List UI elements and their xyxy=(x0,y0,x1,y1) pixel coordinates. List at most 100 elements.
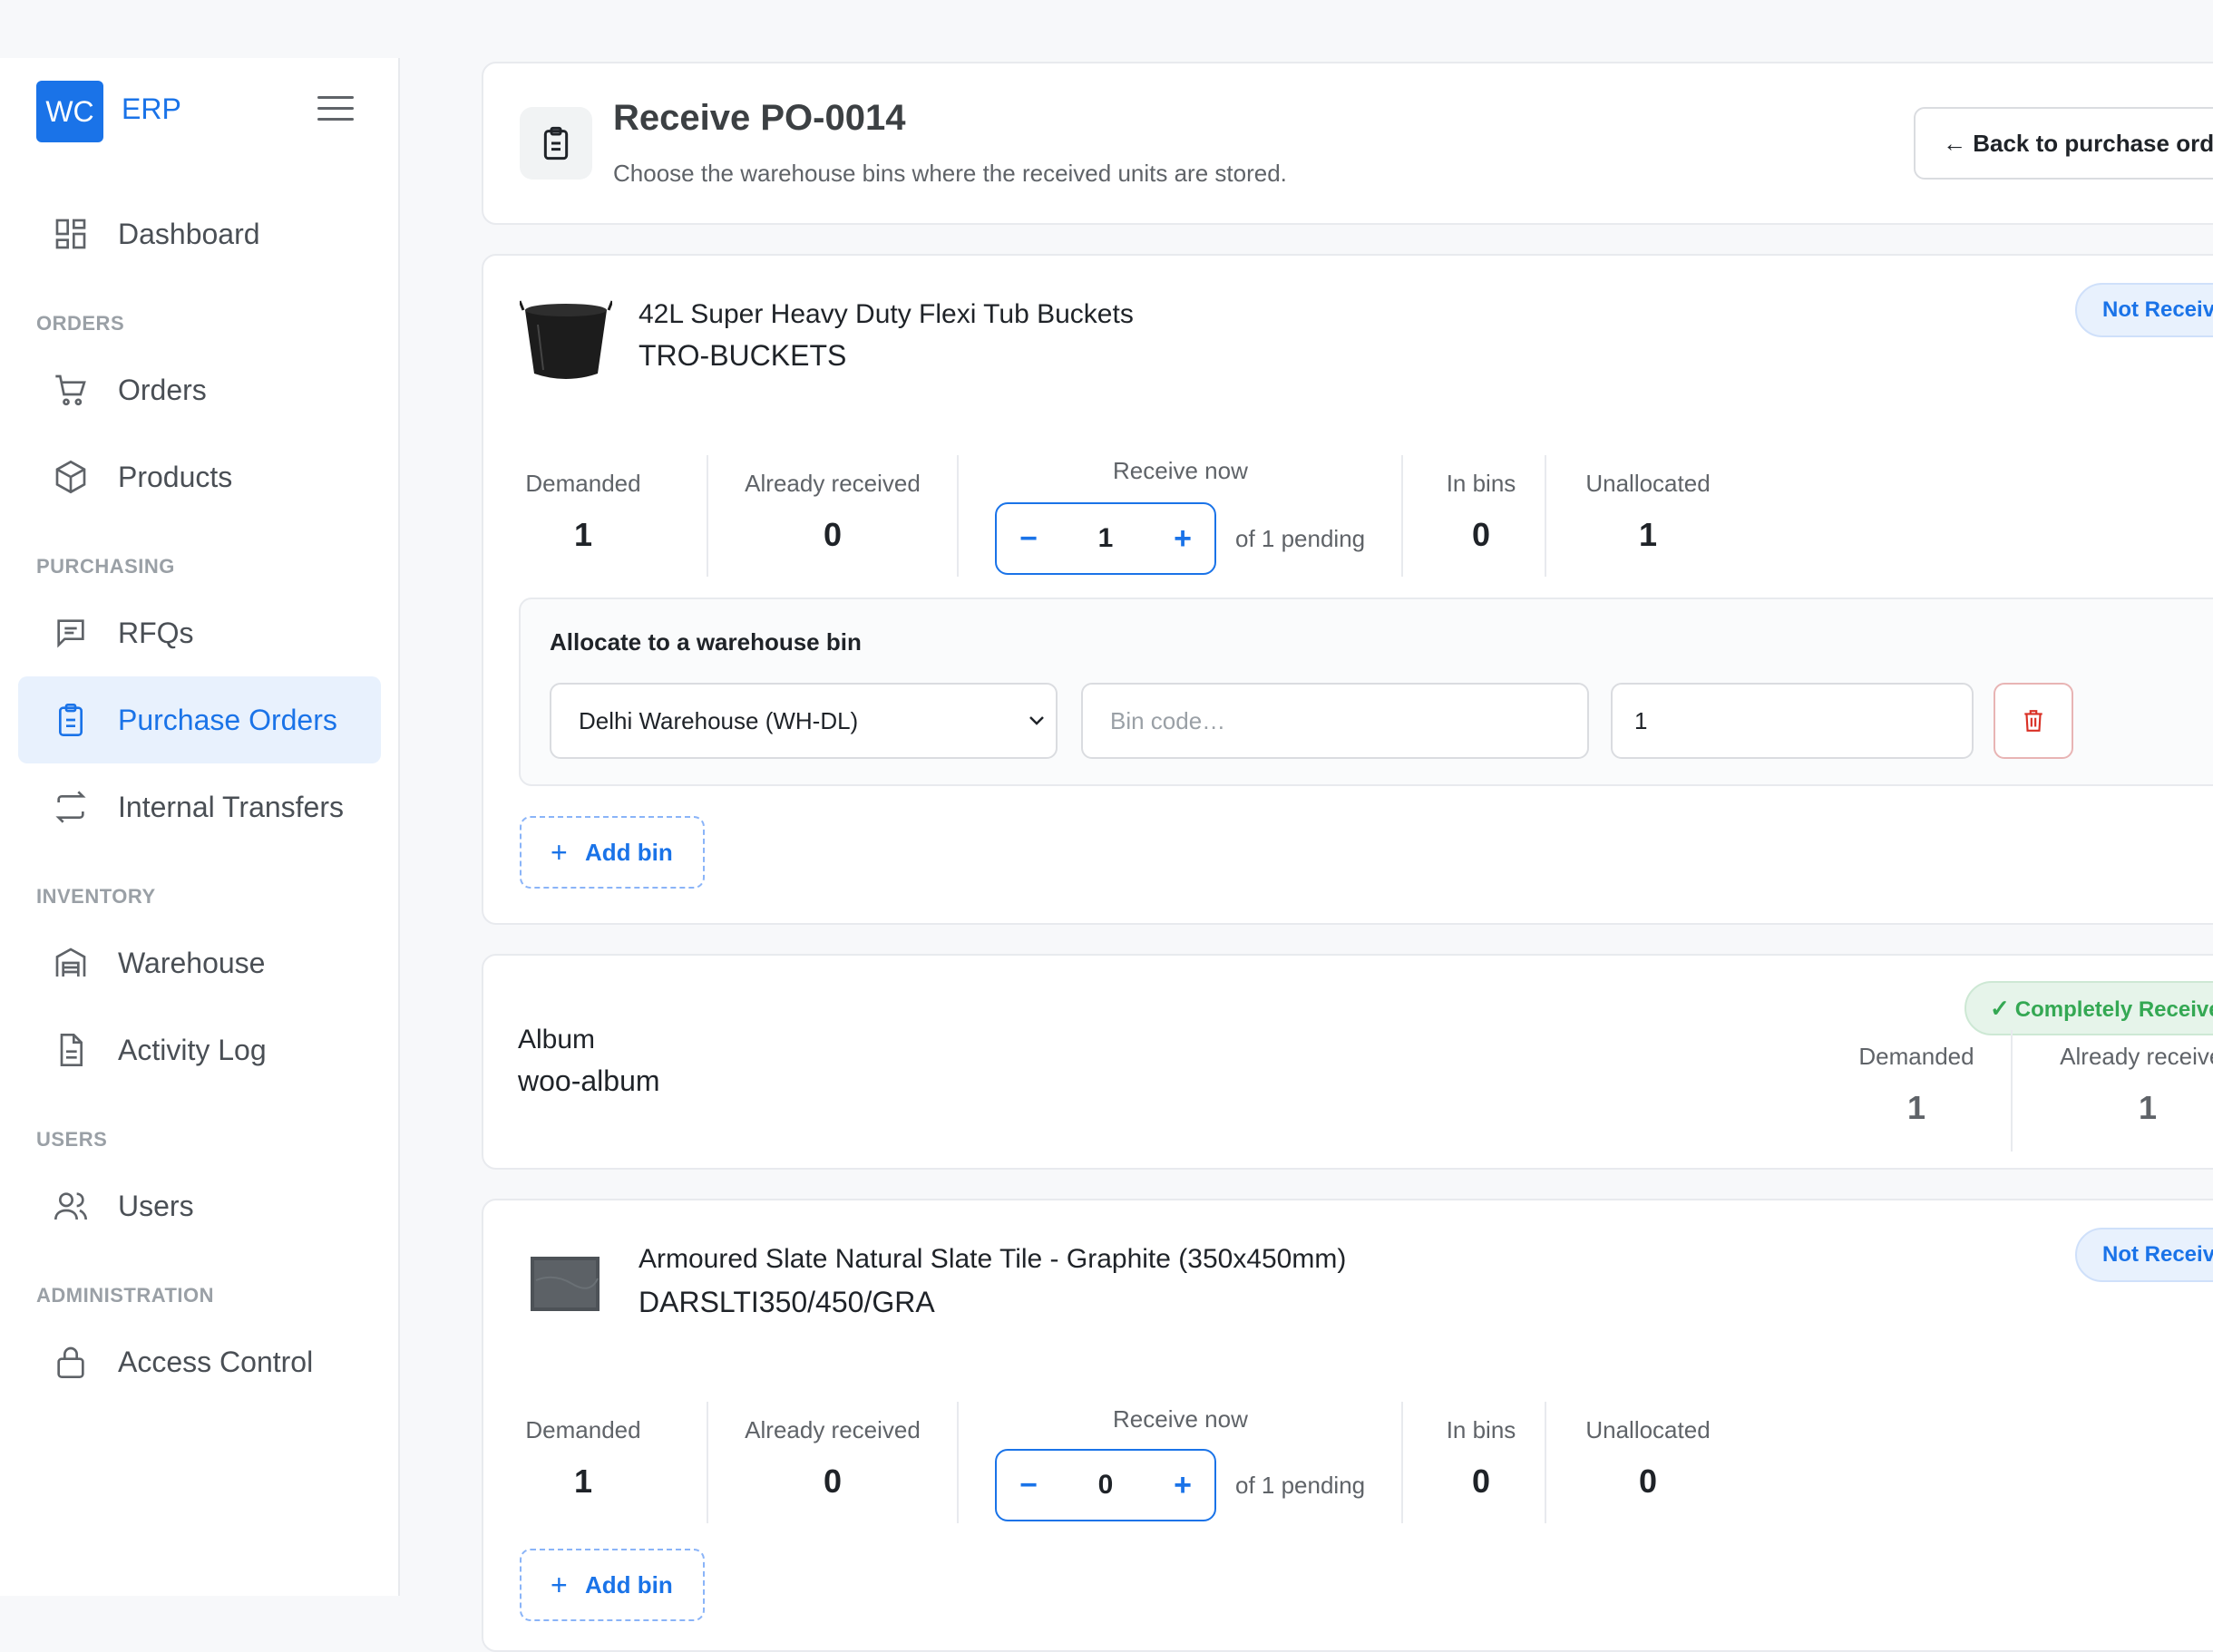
pending-text: of 1 pending xyxy=(1235,1472,1366,1499)
sidebar-item-users[interactable]: Users xyxy=(18,1162,381,1249)
sidebar-item-label: Warehouse xyxy=(118,947,266,979)
receive-now-label: Receive now xyxy=(1113,457,1248,484)
stat-value: 0 xyxy=(823,516,843,553)
sidebar-item-warehouse[interactable]: Warehouse xyxy=(18,919,381,1006)
decrement-button[interactable]: − xyxy=(997,1451,1060,1520)
stat-label: Unallocated xyxy=(1585,1416,1711,1443)
stat-unallocated: Unallocated 1 xyxy=(1566,470,1730,554)
remove-bin-button[interactable] xyxy=(1994,683,2073,759)
sidebar-item-label: Orders xyxy=(118,374,207,406)
dashboard-icon xyxy=(55,219,86,249)
pending-text: of 1 pending xyxy=(1235,525,1366,552)
section-label-purchasing: PURCHASING xyxy=(36,555,175,578)
add-bin-button[interactable]: + Add bin xyxy=(520,816,705,889)
divider xyxy=(957,1402,959,1523)
stat-value: 1 xyxy=(2138,1089,2158,1126)
stat-label: In bins xyxy=(1446,1416,1516,1443)
divider xyxy=(707,455,708,577)
section-label-administration: ADMINISTRATION xyxy=(36,1284,215,1307)
bucket-image xyxy=(520,300,612,379)
section-label-inventory: INVENTORY xyxy=(36,885,156,908)
section-label-users: USERS xyxy=(36,1128,108,1151)
sidebar-item-label: Access Control xyxy=(118,1346,314,1378)
message-icon xyxy=(57,619,84,648)
sidebar-item-label: RFQs xyxy=(118,617,194,649)
brand-logo[interactable]: WC xyxy=(36,81,103,142)
stat-value: 0 xyxy=(1638,1463,1658,1500)
bin-code-input[interactable]: Bin code… xyxy=(1081,683,1589,759)
divider xyxy=(1545,1402,1546,1523)
divider xyxy=(1401,1402,1403,1523)
sidebar-item-label: Dashboard xyxy=(118,218,260,250)
sidebar-item-label: Users xyxy=(118,1190,194,1222)
receive-item-card: Album woo-album ✓ Completely Received Dem… xyxy=(482,954,2213,1170)
add-bin-button[interactable]: + Add bin xyxy=(520,1549,705,1621)
sidebar-item-orders[interactable]: Orders xyxy=(18,346,381,433)
sidebar-item-internal-transfers[interactable]: Internal Transfers xyxy=(18,763,381,850)
sidebar-item-rfqs[interactable]: RFQs xyxy=(18,589,381,676)
sidebar-item-access-control[interactable]: Access Control xyxy=(18,1318,381,1405)
status-badge: Not Received xyxy=(2075,1228,2213,1282)
bin-quantity-value: 1 xyxy=(1634,707,1648,734)
stat-label: Already received xyxy=(745,1416,921,1443)
chevron-down-icon xyxy=(1029,716,1044,725)
page-header-card: Receive PO-0014 Choose the warehouse bin… xyxy=(482,62,2213,225)
stat-value: 1 xyxy=(573,1463,593,1500)
bin-allocation-panel: Allocate to a warehouse bin Delhi Wareho… xyxy=(519,598,2213,786)
stat-label: Demanded xyxy=(1858,1043,1974,1070)
stat-demanded: Demanded 1 xyxy=(520,1416,647,1501)
decrement-button[interactable]: − xyxy=(997,504,1060,573)
status-badge: Not Received xyxy=(2075,283,2213,337)
warehouse-select-value: Delhi Warehouse (WH-DL) xyxy=(579,707,859,734)
sidebar-item-label: Internal Transfers xyxy=(118,791,344,823)
header-icon-box xyxy=(520,107,592,180)
sidebar-item-activity-log[interactable]: Activity Log xyxy=(18,1006,381,1093)
cart-icon xyxy=(55,374,86,406)
product-sku: woo-album xyxy=(518,1064,660,1097)
status-badge-label: Completely Received xyxy=(2014,997,2213,1022)
bin-quantity-input[interactable]: 1 xyxy=(1611,683,1974,759)
receive-now-value[interactable]: 1 xyxy=(1060,504,1151,573)
increment-button[interactable]: + xyxy=(1151,1451,1214,1520)
stat-label: Demanded xyxy=(525,470,641,497)
sidebar-item-dashboard[interactable]: Dashboard xyxy=(18,190,381,277)
product-sku: DARSLTI350/450/GRA xyxy=(639,1286,935,1318)
receive-now-label: Receive now xyxy=(1113,1405,1248,1433)
receive-now-value[interactable]: 0 xyxy=(1060,1451,1151,1520)
stat-value: 0 xyxy=(823,1463,843,1500)
sidebar-item-purchase-orders[interactable]: Purchase Orders xyxy=(18,676,381,763)
receive-item-card: 42L Super Heavy Duty Flexi Tub Buckets T… xyxy=(482,254,2213,925)
stat-already-received: Already received 1 xyxy=(2043,1043,2213,1127)
receive-now-stepper[interactable]: − 1 + xyxy=(995,502,1216,575)
stat-in-bins: In bins 0 xyxy=(1427,470,1535,554)
plus-icon: + xyxy=(551,836,568,869)
brand-name[interactable]: ERP xyxy=(122,92,181,126)
receive-now-stepper[interactable]: − 0 + xyxy=(995,1449,1216,1521)
stat-label: Already received xyxy=(2060,1043,2213,1070)
back-to-purchase-orders-button[interactable]: ← Back to purchase orders xyxy=(1914,107,2213,180)
product-name: Armoured Slate Natural Slate Tile - Grap… xyxy=(639,1244,1347,1274)
stat-label: Unallocated xyxy=(1585,470,1711,497)
product-sku: TRO-BUCKETS xyxy=(639,339,847,372)
stat-in-bins: In bins 0 xyxy=(1427,1416,1535,1501)
sidebar-item-label: Activity Log xyxy=(118,1034,267,1066)
stat-label: Demanded xyxy=(525,1416,641,1443)
increment-button[interactable]: + xyxy=(1151,504,1214,573)
status-badge: ✓ Completely Received xyxy=(1964,981,2213,1035)
bin-code-placeholder: Bin code… xyxy=(1110,707,1226,734)
sidebar-item-label: Purchase Orders xyxy=(118,704,337,736)
divider xyxy=(707,1402,708,1523)
menu-toggle-icon[interactable] xyxy=(317,96,354,127)
box-icon xyxy=(55,460,86,494)
warehouse-select[interactable]: Delhi Warehouse (WH-DL) xyxy=(550,683,1058,759)
sidebar: WC ERP Dashboard ORDERS Orders Products … xyxy=(0,58,400,1596)
sidebar-item-products[interactable]: Products xyxy=(18,433,381,520)
stat-value: 0 xyxy=(1471,1463,1491,1500)
divider xyxy=(1545,455,1546,577)
stat-value: 1 xyxy=(573,516,593,553)
stat-value: 0 xyxy=(1471,516,1491,553)
product-name: Album xyxy=(518,1025,596,1054)
stat-already-received: Already received 0 xyxy=(728,470,937,554)
plus-icon: + xyxy=(551,1569,568,1601)
stat-demanded: Demanded 1 xyxy=(1853,1043,1980,1127)
